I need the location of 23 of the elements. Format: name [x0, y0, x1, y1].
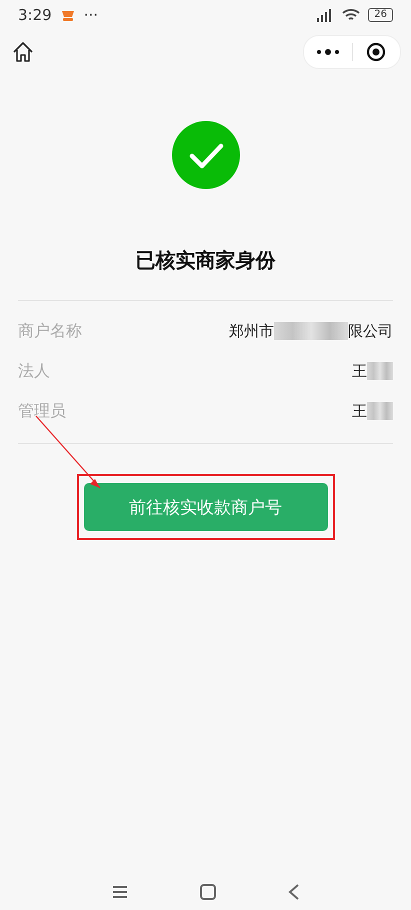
blurred-text [367, 402, 393, 420]
home-icon[interactable] [12, 41, 34, 63]
field-value: 限公司 [348, 322, 393, 340]
battery-level: 26 [368, 8, 393, 22]
menu-icon[interactable] [112, 885, 128, 899]
success-check-icon [172, 121, 240, 189]
field-label: 法人 [18, 360, 50, 382]
field-value: 王 [352, 402, 367, 420]
close-icon[interactable] [366, 42, 386, 62]
blurred-text [367, 362, 393, 380]
status-time: 3:29 [18, 6, 52, 24]
verify-account-button[interactable]: 前往核实收款商户号 [84, 483, 328, 531]
page-title: 已核实商家身份 [136, 247, 276, 274]
home-button-icon[interactable] [200, 884, 216, 900]
more-notifications-text: ··· [84, 6, 98, 24]
app-notification-icon [60, 8, 76, 22]
back-icon[interactable] [288, 884, 300, 900]
field-value: 王 [352, 362, 367, 380]
more-icon[interactable] [316, 49, 340, 55]
field-value: 郑州市 [229, 322, 274, 340]
field-label: 管理员 [18, 400, 66, 422]
field-label: 商户名称 [18, 320, 82, 342]
wifi-icon [342, 8, 360, 22]
